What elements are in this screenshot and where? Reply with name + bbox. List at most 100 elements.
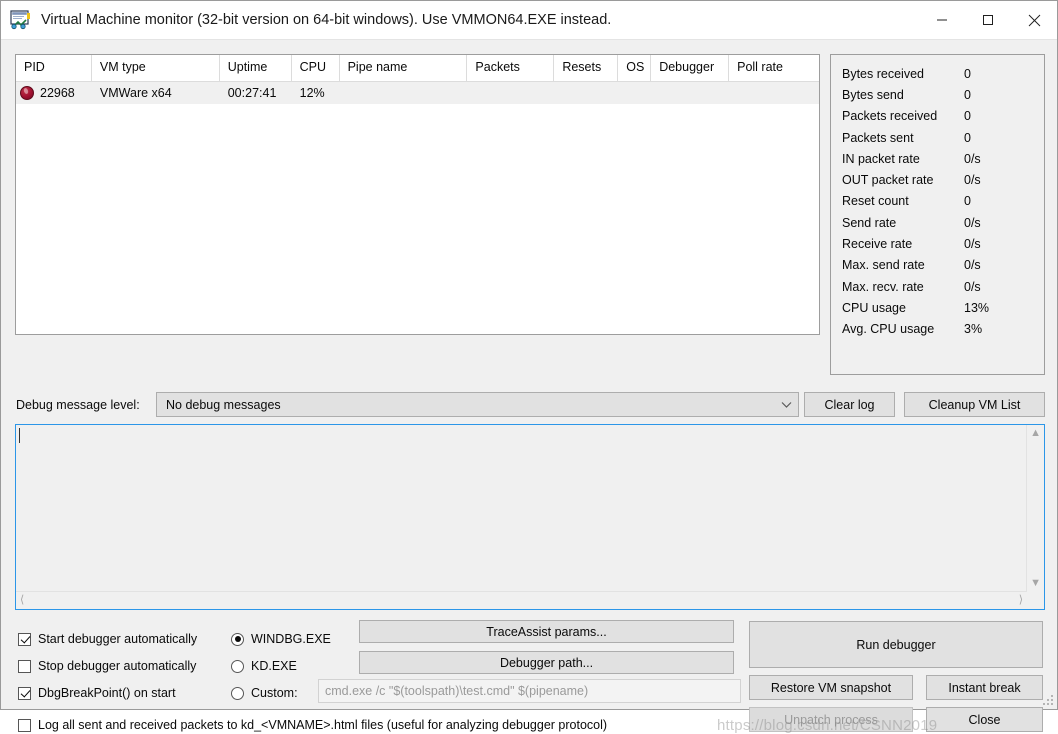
restore-vm-snapshot-button[interactable]: Restore VM snapshot [749, 675, 913, 700]
title-bar[interactable]: Virtual Machine monitor (32-bit version … [1, 1, 1057, 40]
checkbox-label: DbgBreakPoint() on start [38, 686, 176, 700]
log-textarea[interactable]: ▲ ▼ ⟨ ⟩ [15, 424, 1045, 610]
vm-list-body: 22968 VMWare x64 00:27:41 12% [16, 82, 819, 104]
column-header[interactable]: Pipe name [340, 55, 468, 82]
cell-poll_rate [729, 82, 819, 104]
stat-label: OUT packet rate [842, 173, 934, 188]
column-header[interactable]: Poll rate [729, 55, 819, 82]
column-header[interactable]: Uptime [220, 55, 292, 82]
stat-label: IN packet rate [842, 151, 920, 166]
log-vertical-scrollbar[interactable]: ▲ ▼ [1027, 425, 1044, 592]
cell-os [618, 82, 651, 104]
debug-level-select[interactable]: No debug messages [156, 392, 799, 417]
stat-label: Packets received [842, 109, 938, 124]
resize-grip[interactable] [1043, 695, 1054, 706]
column-header[interactable]: OS [618, 55, 652, 82]
close-dialog-button[interactable]: Close [926, 707, 1043, 732]
text-caret [19, 428, 20, 443]
log-all-packets-checkbox[interactable]: Log all sent and received packets to kd_… [18, 718, 607, 732]
stat-value: 3% [964, 322, 983, 337]
cell-cpu: 12% [299, 86, 325, 100]
stat-row: CPU usage 13% [831, 297, 1044, 318]
scroll-down-icon[interactable]: ▼ [1026, 575, 1045, 592]
stat-value: 0 [964, 66, 971, 81]
column-header[interactable]: Packets [467, 55, 555, 82]
column-header[interactable]: PID [16, 55, 92, 82]
radio-icon [231, 659, 244, 673]
stat-value: 13% [964, 300, 990, 315]
column-header[interactable]: Debugger [651, 55, 730, 82]
stat-value: 0/s [964, 151, 981, 166]
stat-label: Send rate [842, 215, 897, 230]
checkbox-icon [18, 686, 31, 700]
scroll-right-icon[interactable]: ⟩ [1015, 592, 1027, 609]
debugger-option-windbg[interactable]: WINDBG.EXE [231, 632, 331, 646]
stat-row: Packets sent 0 [831, 127, 1044, 148]
stat-value: 0 [964, 130, 971, 145]
column-header[interactable]: CPU [292, 55, 340, 82]
vm-list-header: PID VM type Uptime CPU Pipe name Packets Reset… [16, 55, 819, 82]
clear-log-button[interactable]: Clear log [804, 392, 895, 417]
dbgbreakpoint-on-start-checkbox[interactable]: DbgBreakPoint() on start [18, 686, 176, 700]
cell-vm_type: VMWare x64 [99, 86, 172, 100]
stat-value: 0/s [964, 258, 981, 273]
cell-pid: 22968 [16, 82, 92, 104]
stat-label: Max. recv. rate [842, 279, 924, 294]
log-horizontal-scrollbar[interactable]: ⟨ ⟩ [16, 592, 1027, 609]
minimize-button[interactable] [919, 2, 965, 39]
stat-row: Max. recv. rate 0/s [831, 276, 1044, 297]
column-header[interactable]: Resets [554, 55, 619, 82]
debugger-option-kd[interactable]: KD.EXE [231, 659, 297, 673]
custom-command-input[interactable]: cmd.exe /c "$(toolspath)\test.cmd" $(pip… [318, 679, 741, 703]
vm-monitor-icon [10, 10, 32, 30]
checkbox-label: Stop debugger automatically [38, 659, 197, 673]
stat-row: Packets received 0 [831, 106, 1044, 127]
stat-row: IN packet rate 0/s [831, 148, 1044, 169]
checkbox-icon [18, 632, 31, 646]
checkbox-label: Start debugger automatically [38, 632, 198, 646]
stat-row: Bytes received 0 [831, 63, 1044, 84]
checkbox-icon [18, 718, 31, 732]
scroll-up-icon[interactable]: ▲ [1026, 425, 1045, 442]
maximize-button[interactable] [965, 2, 1011, 39]
vm-list[interactable]: PID VM type Uptime CPU Pipe name Packets Reset… [15, 54, 820, 335]
stat-label: Bytes send [842, 87, 904, 102]
table-row[interactable]: 22968 VMWare x64 00:27:41 12% [16, 82, 819, 104]
stat-value: 0 [964, 109, 971, 124]
radio-label: WINDBG.EXE [251, 632, 331, 646]
stat-row: Send rate 0/s [831, 212, 1044, 233]
debugger-option-custom[interactable]: Custom: [231, 686, 298, 700]
stat-value: 0 [964, 87, 971, 102]
scrollbar-corner [1027, 592, 1044, 609]
cleanup-vm-list-button[interactable]: Cleanup VM List [904, 392, 1045, 417]
instant-break-button[interactable]: Instant break [926, 675, 1043, 700]
stat-value: 0/s [964, 173, 981, 188]
traceassist-params-button[interactable]: TraceAssist params... [359, 620, 734, 643]
stat-label: CPU usage [842, 300, 906, 315]
log-text-content[interactable] [16, 425, 1027, 592]
stat-label: Receive rate [842, 237, 913, 252]
minimize-icon [937, 19, 947, 21]
debugger-path-button[interactable]: Debugger path... [359, 651, 734, 674]
stop-debugger-automatically-checkbox[interactable]: Stop debugger automatically [18, 659, 196, 673]
stat-row: OUT packet rate 0/s [831, 169, 1044, 190]
stat-label: Reset count [842, 194, 909, 209]
debug-level-value: No debug messages [166, 397, 281, 412]
client-area: PID VM type Uptime CPU Pipe name Packets Reset… [1, 40, 1057, 734]
radio-label: KD.EXE [251, 659, 297, 673]
radio-icon [231, 632, 244, 646]
debug-level-label: Debug message level: [16, 398, 140, 412]
close-button[interactable] [1011, 2, 1057, 39]
stat-row: Receive rate 0/s [831, 233, 1044, 254]
maximize-icon [983, 15, 993, 25]
column-header[interactable]: VM type [92, 55, 220, 82]
cell-text: 22968 [40, 86, 75, 100]
stat-label: Max. send rate [842, 258, 925, 273]
start-debugger-automatically-checkbox[interactable]: Start debugger automatically [18, 632, 197, 646]
cell-pipe_name [340, 82, 468, 104]
unpatch-process-button: Unpatch process [749, 707, 913, 732]
stat-value: 0/s [964, 279, 981, 294]
close-icon [1028, 14, 1040, 26]
scroll-left-icon[interactable]: ⟨ [16, 592, 28, 609]
run-debugger-button[interactable]: Run debugger [749, 621, 1043, 668]
